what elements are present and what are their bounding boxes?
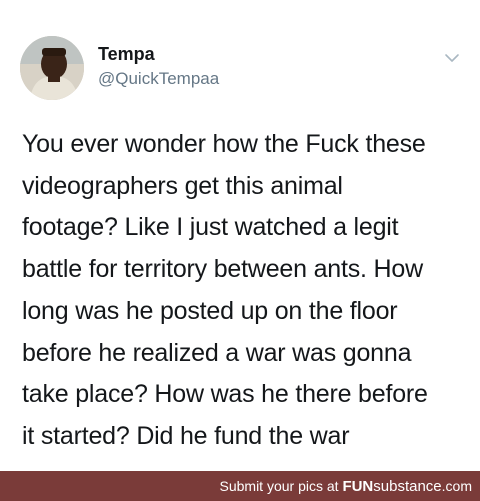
tweet-text-line: take place? How was he there before [22, 380, 428, 409]
tweet-text: You ever wonder how the Fuck these video… [22, 124, 467, 458]
chevron-down-icon[interactable] [443, 49, 461, 67]
tweet-text-line: it started? Did he fund the war [22, 421, 350, 450]
footer-suffix: .com [441, 478, 472, 494]
footer-prefix: Submit your pics at [219, 478, 343, 494]
user-handle[interactable]: @QuickTempaa [98, 69, 219, 89]
tweet-text-line: videographers get this animal [22, 171, 343, 200]
tweet-card: Tempa @QuickTempaa You ever wonder how t… [0, 0, 480, 471]
tweet-text-line: long was he posted up on the floor [22, 296, 398, 325]
display-name[interactable]: Tempa [98, 44, 155, 65]
footer-brand-bold: FUN [342, 478, 374, 495]
footer-brand-rest: substance [373, 478, 442, 495]
tweet-text-line: footage? Like I just watched a legit [22, 213, 399, 242]
user-avatar[interactable] [20, 36, 84, 100]
tweet-text-line: battle for territory between ants. How [22, 255, 423, 284]
tweet-text-line: You ever wonder how the Fuck these [22, 130, 426, 158]
avatar-image [20, 36, 84, 100]
watermark-footer: Submit your pics at FUNsubstance.com [0, 471, 480, 501]
tweet-text-line: before he realized a war was gonna [22, 338, 412, 367]
footer-credit[interactable]: Submit your pics at FUNsubstance.com [220, 471, 473, 501]
